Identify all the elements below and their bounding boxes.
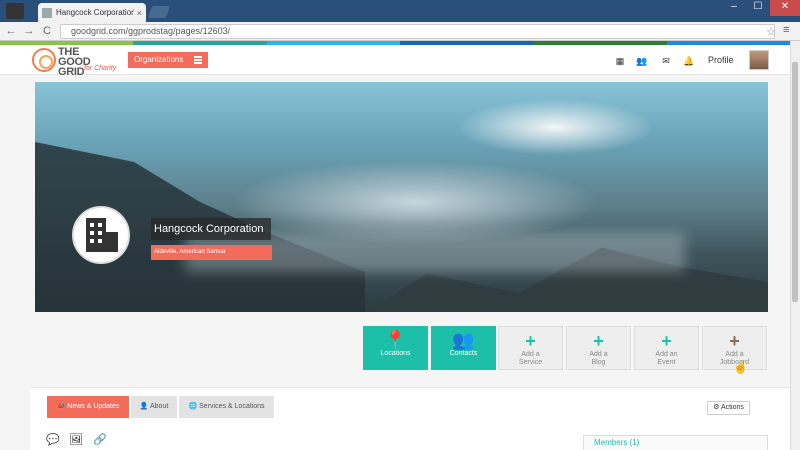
organization-avatar[interactable]	[72, 206, 130, 264]
logo-wordmark: THE GOOD GRID	[58, 46, 91, 78]
tab-services-locations[interactable]: 🌐 Services & Locations	[179, 396, 274, 418]
add-blog-label-2: Blog	[591, 359, 606, 366]
profile-avatar[interactable]	[749, 50, 769, 70]
window-maximize-button[interactable]: ☐	[746, 0, 770, 16]
forward-button[interactable]: →	[22, 24, 36, 38]
good-grid-logo[interactable]: THE GOOD GRID for Charity	[32, 46, 122, 78]
contacts-label: Contacts	[449, 350, 478, 357]
members-panel-header[interactable]: Members (1)	[583, 435, 768, 450]
add-jobboard-label-1: Add a	[725, 351, 744, 358]
locations-button[interactable]: 📍 Locations	[363, 326, 428, 370]
apps-icon[interactable]: ▦	[614, 55, 626, 67]
logo-tagline: for Charity	[84, 65, 117, 72]
people-icon[interactable]: 👥	[636, 55, 648, 67]
hamburger-icon	[194, 56, 202, 64]
tab-news-updates-label: News & Updates	[67, 403, 120, 410]
locations-label: Locations	[380, 350, 411, 357]
megaphone-icon: 📣	[56, 403, 66, 410]
mail-icon[interactable]: ✉	[660, 55, 672, 67]
new-tab-button[interactable]	[147, 6, 171, 18]
browser-menu-icon[interactable]: ≡	[783, 24, 789, 36]
url-input[interactable]: goodgrid.com/ggprodstag/pages/12603/	[60, 24, 775, 39]
gear-icon: ⚙	[713, 404, 720, 411]
cover-photo	[35, 82, 768, 312]
logo-mark-icon	[32, 48, 56, 72]
browser-tab-bar: Hangcock Corporation - T × – ☐ ✕	[0, 0, 800, 22]
bookmark-star-icon[interactable]: ☆	[766, 25, 776, 38]
add-blog-button[interactable]: + Add a Blog	[566, 326, 631, 370]
bell-icon[interactable]: 🔔	[683, 55, 695, 67]
actions-button[interactable]: ⚙ Actions	[707, 401, 750, 415]
site-header: THE GOOD GRID for Charity Organizations …	[0, 45, 790, 78]
add-event-label-2: Event	[657, 359, 676, 366]
map-pin-icon: 📍	[384, 330, 407, 350]
plus-icon: +	[525, 331, 536, 351]
organization-name: Hangcock Corporation	[151, 218, 271, 240]
hand-cursor-icon: ☝	[733, 360, 748, 374]
people-group-icon: 👥	[452, 330, 475, 350]
tab-close-icon[interactable]: ×	[137, 8, 142, 18]
add-service-label-2: Service	[518, 359, 543, 366]
address-bar-row: ← → C goodgrid.com/ggprodstag/pages/1260…	[0, 22, 800, 41]
contacts-button[interactable]: 👥 Contacts	[431, 326, 496, 370]
plus-icon: +	[661, 331, 672, 351]
globe-icon: 🌐	[188, 403, 198, 410]
add-event-label-1: Add an	[655, 351, 678, 358]
add-blog-label-1: Add a	[589, 351, 608, 358]
image-icon[interactable]: 🖼	[69, 433, 83, 446]
tab-news-updates[interactable]: 📣 News & Updates	[47, 396, 129, 418]
browser-tab[interactable]: Hangcock Corporation - T ×	[38, 3, 146, 22]
organizations-label: Organizations	[134, 55, 184, 64]
user-icon: 👤	[139, 403, 149, 410]
browser-profile-icon[interactable]	[6, 3, 24, 19]
actions-label: Actions	[720, 404, 744, 411]
tab-services-locations-label: Services & Locations	[199, 403, 265, 410]
plus-icon: +	[729, 331, 740, 351]
link-icon[interactable]: 🔗	[93, 433, 107, 446]
tab-about-label: About	[149, 403, 169, 410]
scrollbar-thumb[interactable]	[792, 62, 798, 302]
reload-button[interactable]: C	[40, 24, 54, 38]
window-minimize-button[interactable]: –	[722, 0, 746, 16]
favicon-icon	[42, 7, 52, 18]
tab-about[interactable]: 👤 About	[131, 396, 177, 418]
add-service-button[interactable]: + Add a Service	[498, 326, 563, 370]
profile-link[interactable]: Profile	[708, 55, 734, 65]
building-icon	[84, 218, 122, 256]
comment-icon[interactable]: 💬	[46, 433, 60, 446]
organizations-dropdown-button[interactable]: Organizations	[128, 52, 208, 68]
add-event-button[interactable]: + Add an Event	[634, 326, 699, 370]
tab-title: Hangcock Corporation - T	[56, 8, 134, 17]
add-service-label-1: Add a	[521, 351, 540, 358]
organization-location: Aldeville, American Samoa	[151, 245, 272, 260]
back-button[interactable]: ←	[4, 24, 18, 38]
window-close-button[interactable]: ✕	[770, 0, 800, 16]
plus-icon: +	[593, 331, 604, 351]
